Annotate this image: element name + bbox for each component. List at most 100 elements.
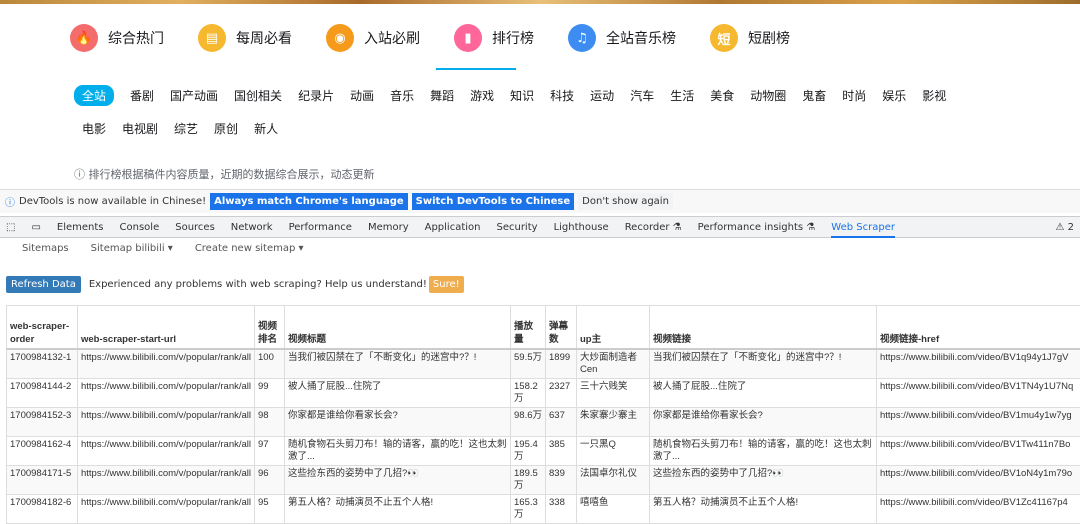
devtools-tab-2[interactable]: Sources [175,222,215,233]
table-cell: 637 [546,407,577,436]
devtools-tab-3[interactable]: Network [231,222,273,233]
nav-item-label: 入站必刷 [364,28,420,48]
scraper-tab-2[interactable]: Create new sitemap ▾ [195,243,304,254]
category-9[interactable]: 知识 [510,87,534,104]
info-icon: ⓘ [5,194,15,209]
table-cell: https://www.bilibili.com/v/popular/rank/… [78,407,255,436]
inspect-element-icon[interactable]: ⬚ [6,222,15,233]
table-cell: https://www.bilibili.com/video/BV1Tw411n… [877,436,1080,465]
category-11[interactable]: 运动 [590,87,614,104]
nav-item-3[interactable]: ▮ 排行榜 [454,20,534,56]
category-7[interactable]: 舞蹈 [430,87,454,104]
match-language-button[interactable]: Always match Chrome's language [210,193,408,210]
nav-item-0[interactable]: 🔥 综合热门 [70,20,164,56]
devtools-tab-6[interactable]: Application [425,222,481,233]
dont-show-again-button[interactable]: Don't show again [578,193,673,210]
nav-item-1[interactable]: ▤每周必看 [198,20,292,56]
category-14[interactable]: 美食 [710,87,734,104]
column-header-6: up主 [577,306,650,349]
category-8[interactable]: 游戏 [470,87,494,104]
nav-item-label: 综合热门 [108,28,164,48]
category-3[interactable]: 国创相关 [234,87,282,104]
table-cell: 1700984171-5 [7,465,78,494]
category-12[interactable]: 汽车 [630,87,654,104]
devtools-tab-4[interactable]: Performance [289,222,352,233]
category-19[interactable]: 影视 [922,87,946,104]
table-cell: https://www.bilibili.com/v/popular/rank/… [78,436,255,465]
column-header-8: 视频链接-href [877,306,1080,349]
category-row2-3[interactable]: 原创 [214,120,238,137]
column-header-2: 视频排名 [255,306,285,349]
category-row2-0[interactable]: 电影 [82,120,106,137]
category-0[interactable]: 全站 [74,85,114,106]
devtools-tab-8[interactable]: Lighthouse [554,222,609,233]
column-header-4: 播放量 [511,306,546,349]
category-13[interactable]: 生活 [670,87,694,104]
category-row2-2[interactable]: 综艺 [174,120,198,137]
devtools-tab-0[interactable]: Elements [57,222,104,233]
table-cell: 你家都是谁给你看家长会? [285,407,511,436]
table-row: 1700984152-3https://www.bilibili.com/v/p… [7,407,1080,436]
category-row-1: 全站番剧国产动画国创相关纪录片动画音乐舞蹈游戏知识科技运动汽车生活美食动物圈鬼畜… [74,84,1054,106]
category-17[interactable]: 时尚 [842,87,866,104]
medal-icon: ◉ [326,24,354,52]
category-1[interactable]: 番剧 [130,87,154,104]
devtools-tab-5[interactable]: Memory [368,222,409,233]
ranking-icon: ▮ [454,24,482,52]
nav-item-label: 排行榜 [492,28,534,48]
table-cell: 被人捅了屁股...住院了 [285,378,511,407]
nav-item-label: 每周必看 [236,28,292,48]
devtools-tab-11[interactable]: Web Scraper [831,222,895,238]
table-cell: 这些捡东西的姿势中了几招?👀 [285,465,511,494]
category-row2-1[interactable]: 电视剧 [122,120,158,137]
nav-item-5[interactable]: 短短剧榜 [710,20,790,56]
table-row: 1700984144-2https://www.bilibili.com/v/p… [7,378,1080,407]
table-cell: 97 [255,436,285,465]
column-header-5: 弹幕数 [546,306,577,349]
devtools-tabbar: ⬚ ▭ Elements Console Sources Network Perform… [0,216,1080,238]
table-row: 1700984132-1https://www.bilibili.com/v/p… [7,349,1080,379]
category-2[interactable]: 国产动画 [170,87,218,104]
table-cell: 被人捅了屁股...住院了 [650,378,877,407]
table-cell: https://www.bilibili.com/video/BV1Zc4116… [877,494,1080,523]
device-toolbar-icon[interactable]: ▭ [31,222,40,233]
nav-item-2[interactable]: ◉ 入站必刷 [326,20,420,56]
category-6[interactable]: 音乐 [390,87,414,104]
category-4[interactable]: 纪录片 [298,87,334,104]
refresh-data-button[interactable]: Refresh Data [6,276,81,293]
category-15[interactable]: 动物圈 [750,87,786,104]
table-cell: 1700984162-4 [7,436,78,465]
column-header-0: web-scraper-order [7,306,78,349]
devtools-tab-1[interactable]: Console [120,222,160,233]
devtools-tab-10[interactable]: Performance insights ⚗ [698,222,816,233]
fire-icon: 🔥 [70,24,98,52]
table-cell: 大炒面制造者Cen [577,349,650,379]
active-tab-indicator [436,68,516,70]
table-cell: 98 [255,407,285,436]
table-cell: 当我们被囚禁在了「不断变化」的迷宫中?？! [285,349,511,379]
table-row: 1700984171-5https://www.bilibili.com/v/p… [7,465,1080,494]
table-cell: 法国卓尔礼仪 [577,465,650,494]
table-row: 1700984162-4https://www.bilibili.com/v/p… [7,436,1080,465]
switch-chinese-button[interactable]: Switch DevTools to Chinese [412,193,575,210]
table-cell: 朱家寨少寨主 [577,407,650,436]
scraper-tab-0[interactable]: Sitemaps [22,243,69,254]
scraper-tab-1[interactable]: Sitemap bilibili ▾ [91,243,173,254]
category-row2-4[interactable]: 新人 [254,120,278,137]
devtools-tab-7[interactable]: Security [496,222,537,233]
nav-item-4[interactable]: ♫全站音乐榜 [568,20,676,56]
table-cell: 三十六贱笑 [577,378,650,407]
sure-button[interactable]: Sure! [429,276,464,293]
category-filter: 全站番剧国产动画国创相关纪录片动画音乐舞蹈游戏知识科技运动汽车生活美食动物圈鬼畜… [74,84,1054,150]
devtools-warning-badge[interactable]: ⚠ 2 [1055,222,1074,233]
category-18[interactable]: 娱乐 [882,87,906,104]
top-nav: 🔥 综合热门 ▤每周必看 ◉ 入站必刷 ▮ 排行榜 ♫全站音乐榜短短剧榜 [70,20,824,56]
table-cell: 165.3万 [511,494,546,523]
table-cell: 98.6万 [511,407,546,436]
category-16[interactable]: 鬼畜 [802,87,826,104]
category-10[interactable]: 科技 [550,87,574,104]
table-header-row: web-scraper-orderweb-scraper-start-url视频… [7,306,1080,349]
devtools-tab-9[interactable]: Recorder ⚗ [625,222,682,233]
category-5[interactable]: 动画 [350,87,374,104]
table-cell: 839 [546,465,577,494]
